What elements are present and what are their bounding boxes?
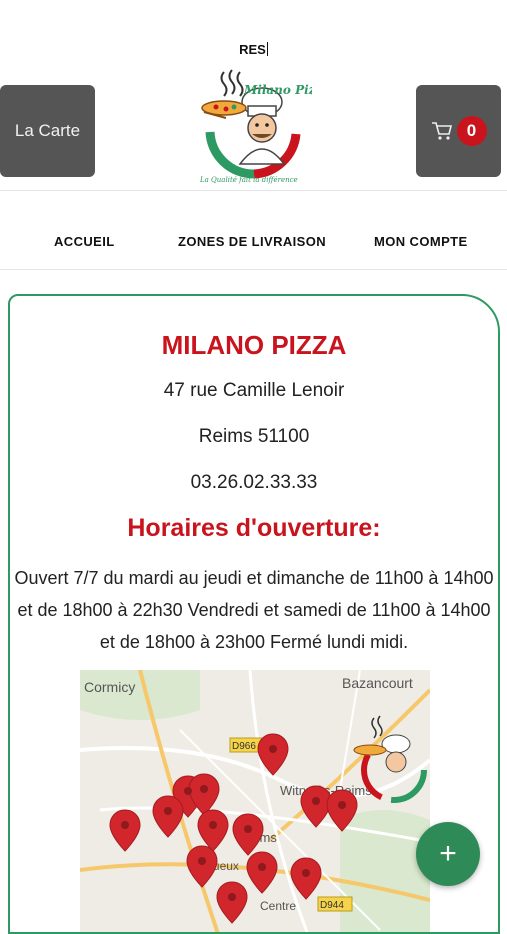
menu-button[interactable]: La Carte	[0, 85, 95, 177]
opening-hours-title: Horaires d'ouverture:	[127, 514, 381, 542]
cart-count-badge: 0	[456, 116, 487, 146]
add-fab-button[interactable]: +	[416, 822, 480, 886]
restaurant-phone[interactable]: 03.26.02.33.33	[10, 472, 498, 494]
map-label-bazancourt: Bazancourt	[342, 675, 413, 691]
logo-title-text: Milano Pizza	[243, 83, 312, 97]
text-caret	[266, 42, 268, 56]
nav-item-zones-livraison[interactable]: ZONES DE LIVRAISON	[178, 234, 326, 249]
map-label-d966: D966	[232, 741, 256, 752]
restaurant-city: Reims 51100	[198, 426, 310, 447]
restaurant-address: 47 rue Camille Lenoir	[163, 380, 345, 401]
nav-item-accueil[interactable]: ACCUEIL	[54, 234, 115, 249]
map-label-cormicy: Cormicy	[84, 679, 135, 695]
delivery-map[interactable]: D966 D944 Cormicy Bazancourt Witry-lès-R…	[80, 670, 430, 932]
cart-icon	[431, 122, 452, 140]
header: RES La Carte Milano Pi La Qualité fait l…	[0, 0, 507, 190]
map-label-centre: Centre	[260, 899, 296, 913]
cart-button[interactable]: 0	[416, 85, 501, 177]
map-label-d944: D944	[320, 900, 344, 911]
main-nav: ACCUEIL ZONES DE LIVRAISON MON COMPTE	[0, 214, 507, 268]
logo-slogan-text: La Qualité fait la différence	[199, 176, 298, 184]
header-divider	[0, 190, 507, 191]
nav-item-mon-compte[interactable]: MON COMPTE	[374, 234, 468, 249]
opening-hours-text: Ouvert 7/7 du mardi au jeudi et dimanche…	[14, 568, 494, 652]
search-text[interactable]: RES	[0, 42, 507, 57]
restaurant-name: MILANO PIZZA	[161, 330, 347, 360]
nav-divider	[0, 269, 507, 270]
logo: Milano Pizza La Qualité fait la différen…	[196, 64, 330, 188]
